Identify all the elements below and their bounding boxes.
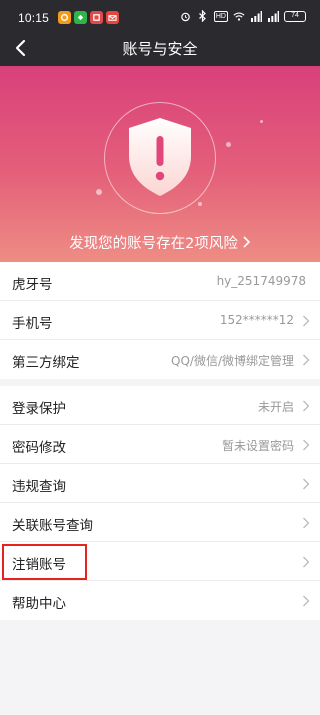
chevron-right-icon (303, 517, 310, 529)
list-item-third-party[interactable]: 第三方绑定 QQ/微信/微博绑定管理 (0, 340, 320, 379)
security-list: 登录保护 未开启 密码修改 暂未设置密码 违规查询 关联账号查询 注销账号 帮助… (0, 386, 320, 620)
chevron-right-icon (303, 595, 310, 607)
signal-icon (267, 10, 279, 22)
chevron-right-icon (303, 556, 310, 568)
list-item-violation-query[interactable]: 违规查询 (0, 464, 320, 503)
nav-bar: 账号与安全 (0, 32, 320, 66)
list-item-label: 第三方绑定 (12, 355, 80, 371)
chevron-right-icon (303, 315, 310, 327)
list-item-value: hy_251749978 (216, 274, 306, 288)
chevron-right-icon (303, 400, 310, 412)
chevron-right-icon (242, 236, 251, 252)
list-item-label: 关联账号查询 (12, 518, 93, 534)
app-notification-icon (74, 11, 87, 24)
alarm-icon (180, 10, 192, 22)
account-info-list: 虎牙号 hy_251749978 手机号 152******12 第三方绑定 Q… (0, 262, 320, 379)
list-item-label: 违规查询 (12, 479, 66, 495)
list-item-value: QQ/微信/微博绑定管理 (171, 354, 294, 368)
decor-dot (198, 202, 202, 206)
list-item-label: 注销账号 (12, 557, 66, 573)
chevron-right-icon (303, 354, 310, 366)
bluetooth-icon (197, 10, 209, 22)
decor-dot (96, 189, 102, 195)
app-notification-icon (58, 11, 71, 24)
list-item-value: 未开启 (257, 400, 294, 414)
chevron-right-icon (303, 478, 310, 490)
list-item-label: 手机号 (12, 316, 53, 332)
list-item-label: 虎牙号 (12, 277, 53, 293)
wifi-icon (233, 10, 245, 22)
risk-banner[interactable]: 发现您的账号存在2项风险 (0, 66, 320, 262)
chevron-right-icon (303, 439, 310, 451)
notification-apps (58, 11, 119, 24)
app-notification-icon (90, 11, 103, 24)
top-bar: 10:15 HD 74 账号与安全 (0, 0, 320, 66)
risk-text-link[interactable]: 发现您的账号存在2项风险 (0, 232, 320, 253)
signal-icon (250, 10, 262, 22)
app-notification-icon (106, 11, 119, 24)
list-item-huya-id[interactable]: 虎牙号 hy_251749978 (0, 262, 320, 301)
list-item-help-center[interactable]: 帮助中心 (0, 581, 320, 620)
status-bar: 10:15 HD 74 (0, 0, 320, 32)
list-item-value: 152******12 (219, 313, 294, 327)
list-item-delete-account[interactable]: 注销账号 (0, 542, 320, 581)
shield-warning-icon (129, 118, 191, 196)
battery-icon: 74 (284, 10, 306, 22)
list-item-password[interactable]: 密码修改 暂未设置密码 (0, 425, 320, 464)
decor-dot (226, 142, 231, 147)
hd-icon: HD (213, 10, 228, 22)
list-item-label: 帮助中心 (12, 596, 66, 612)
list-item-linked-accounts[interactable]: 关联账号查询 (0, 503, 320, 542)
list-item-label: 密码修改 (12, 440, 66, 456)
status-icons: HD 74 (180, 10, 306, 22)
decor-dot (260, 120, 263, 123)
list-item-label: 登录保护 (12, 401, 66, 417)
page-title: 账号与安全 (122, 40, 198, 58)
list-item-login-protection[interactable]: 登录保护 未开启 (0, 386, 320, 425)
status-time: 10:15 (18, 11, 50, 25)
list-item-phone[interactable]: 手机号 152******12 (0, 301, 320, 340)
list-item-value: 暂未设置密码 (221, 439, 294, 453)
risk-text: 发现您的账号存在2项风险 (69, 236, 238, 252)
